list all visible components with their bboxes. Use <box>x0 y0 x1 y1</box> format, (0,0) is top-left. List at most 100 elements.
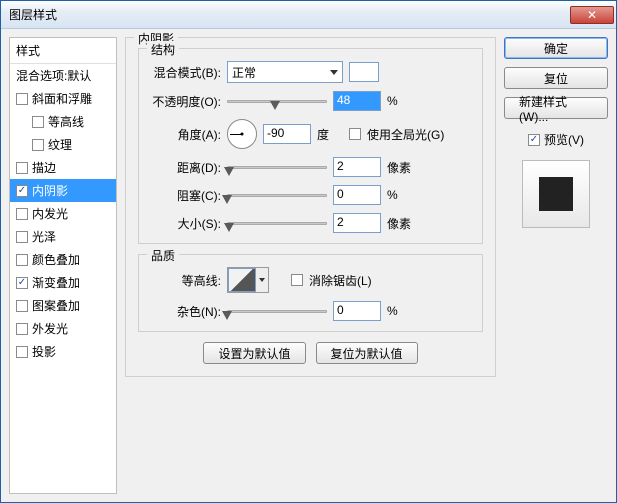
quality-group: 品质 等高线: 消除锯齿(L) 杂色(N): <box>138 254 483 332</box>
size-slider[interactable] <box>227 214 327 232</box>
blend-mode-dropdown[interactable]: 正常 <box>227 61 343 83</box>
style-checkbox[interactable] <box>32 116 44 128</box>
style-checkbox[interactable] <box>16 162 28 174</box>
window-title: 图层样式 <box>9 6 570 23</box>
sidebar-item-10[interactable]: 图案叠加 <box>10 294 116 317</box>
contour-swatch-icon <box>228 268 256 292</box>
noise-unit: % <box>387 304 413 318</box>
size-row: 大小(S): 2 像素 <box>149 213 472 233</box>
sidebar-item-4[interactable]: 描边 <box>10 156 116 179</box>
inner-shadow-fieldset: 内阴影 结构 混合模式(B): 正常 不透明度(O): <box>125 37 496 377</box>
distance-unit: 像素 <box>387 159 413 176</box>
style-checkbox[interactable] <box>32 139 44 151</box>
angle-input[interactable]: -90 <box>263 124 311 144</box>
sidebar-item-9[interactable]: ✓ 渐变叠加 <box>10 271 116 294</box>
sidebar-header: 样式 <box>10 38 116 64</box>
new-style-button[interactable]: 新建样式(W)... <box>504 97 608 119</box>
sidebar-item-label: 光泽 <box>32 228 56 245</box>
blend-mode-row: 混合模式(B): 正常 <box>149 61 472 83</box>
choke-row: 阻塞(C): 0 % <box>149 185 472 205</box>
titlebar: 图层样式 ✕ <box>1 1 616 29</box>
default-buttons-row: 设置为默认值 复位为默认值 <box>138 342 483 364</box>
sidebar-item-label: 斜面和浮雕 <box>32 90 92 107</box>
anti-alias-checkbox[interactable] <box>291 274 303 286</box>
sidebar-item-3[interactable]: 纹理 <box>10 133 116 156</box>
distance-input[interactable]: 2 <box>333 157 381 177</box>
global-light-checkbox[interactable] <box>349 128 361 140</box>
sidebar-item-5[interactable]: ✓ 内阴影 <box>10 179 116 202</box>
dialog-body: 样式 混合选项:默认斜面和浮雕等高线纹理描边 ✓ 内阴影内发光光泽颜色叠加 ✓ 渐变叠加… <box>1 29 616 502</box>
right-column: 确定 复位 新建样式(W)... ✓ 预览(V) <box>504 37 608 494</box>
distance-slider[interactable] <box>227 158 327 176</box>
opacity-unit: % <box>387 94 413 108</box>
preview-label: 预览(V) <box>544 131 584 148</box>
preview-thumbnail <box>522 160 590 228</box>
noise-slider[interactable] <box>227 302 327 320</box>
preview-checkbox[interactable]: ✓ <box>528 134 540 146</box>
sidebar-item-label: 渐变叠加 <box>32 274 80 291</box>
sidebar-item-12[interactable]: 投影 <box>10 340 116 363</box>
preview-swatch <box>539 177 573 211</box>
close-icon: ✕ <box>587 8 597 22</box>
style-checkbox[interactable] <box>16 93 28 105</box>
style-checkbox[interactable] <box>16 346 28 358</box>
size-label: 大小(S): <box>149 215 221 232</box>
style-checkbox[interactable] <box>16 208 28 220</box>
sidebar-item-7[interactable]: 光泽 <box>10 225 116 248</box>
style-checkbox[interactable]: ✓ <box>16 185 28 197</box>
make-default-button[interactable]: 设置为默认值 <box>203 342 305 364</box>
sidebar-item-label: 颜色叠加 <box>32 251 80 268</box>
sidebar-item-8[interactable]: 颜色叠加 <box>10 248 116 271</box>
size-unit: 像素 <box>387 215 413 232</box>
style-checkbox[interactable] <box>16 323 28 335</box>
opacity-slider[interactable] <box>227 92 327 110</box>
contour-label: 等高线: <box>149 272 221 289</box>
contour-picker[interactable] <box>227 267 269 293</box>
sidebar-item-2[interactable]: 等高线 <box>10 110 116 133</box>
sidebar-item-6[interactable]: 内发光 <box>10 202 116 225</box>
distance-label: 距离(D): <box>149 159 221 176</box>
angle-row: 角度(A): -90 度 使用全局光(G) <box>149 119 472 149</box>
angle-label: 角度(A): <box>149 126 221 143</box>
style-checkbox[interactable] <box>16 300 28 312</box>
anti-alias-label: 消除锯齿(L) <box>309 272 372 289</box>
angle-dial[interactable] <box>227 119 257 149</box>
sidebar-item-label: 等高线 <box>48 113 84 130</box>
size-input[interactable]: 2 <box>333 213 381 233</box>
choke-label: 阻塞(C): <box>149 187 221 204</box>
cancel-button[interactable]: 复位 <box>504 67 608 89</box>
shadow-color-swatch[interactable] <box>349 62 379 82</box>
sidebar-item-label: 纹理 <box>48 136 72 153</box>
choke-input[interactable]: 0 <box>333 185 381 205</box>
sidebar-item-label: 内阴影 <box>32 182 68 199</box>
noise-label: 杂色(N): <box>149 303 221 320</box>
style-checkbox[interactable]: ✓ <box>16 277 28 289</box>
quality-legend: 品质 <box>147 247 179 264</box>
sidebar-item-0[interactable]: 混合选项:默认 <box>10 64 116 87</box>
opacity-label: 不透明度(O): <box>149 93 221 110</box>
choke-unit: % <box>387 188 413 202</box>
sidebar-item-label: 内发光 <box>32 205 68 222</box>
style-checkbox[interactable] <box>16 254 28 266</box>
noise-input[interactable]: 0 <box>333 301 381 321</box>
close-button[interactable]: ✕ <box>570 6 614 24</box>
style-checkbox[interactable] <box>16 231 28 243</box>
opacity-input[interactable]: 48 <box>333 91 381 111</box>
sidebar-item-label: 描边 <box>32 159 56 176</box>
sidebar-item-11[interactable]: 外发光 <box>10 317 116 340</box>
sidebar-item-1[interactable]: 斜面和浮雕 <box>10 87 116 110</box>
contour-row: 等高线: 消除锯齿(L) <box>149 267 472 293</box>
reset-default-button[interactable]: 复位为默认值 <box>316 342 418 364</box>
structure-legend: 结构 <box>147 41 179 58</box>
global-light-label: 使用全局光(G) <box>367 126 444 143</box>
blend-mode-label: 混合模式(B): <box>149 64 221 81</box>
choke-slider[interactable] <box>227 186 327 204</box>
sidebar-item-label: 投影 <box>32 343 56 360</box>
layer-style-dialog: 图层样式 ✕ 样式 混合选项:默认斜面和浮雕等高线纹理描边 ✓ 内阴影内发光光泽颜色… <box>0 0 617 503</box>
sidebar-item-label: 外发光 <box>32 320 68 337</box>
opacity-row: 不透明度(O): 48 % <box>149 91 472 111</box>
main-panel: 内阴影 结构 混合模式(B): 正常 不透明度(O): <box>125 37 496 494</box>
structure-group: 结构 混合模式(B): 正常 不透明度(O): 48 % <box>138 48 483 244</box>
preview-toggle[interactable]: ✓ 预览(V) <box>504 131 608 148</box>
ok-button[interactable]: 确定 <box>504 37 608 59</box>
